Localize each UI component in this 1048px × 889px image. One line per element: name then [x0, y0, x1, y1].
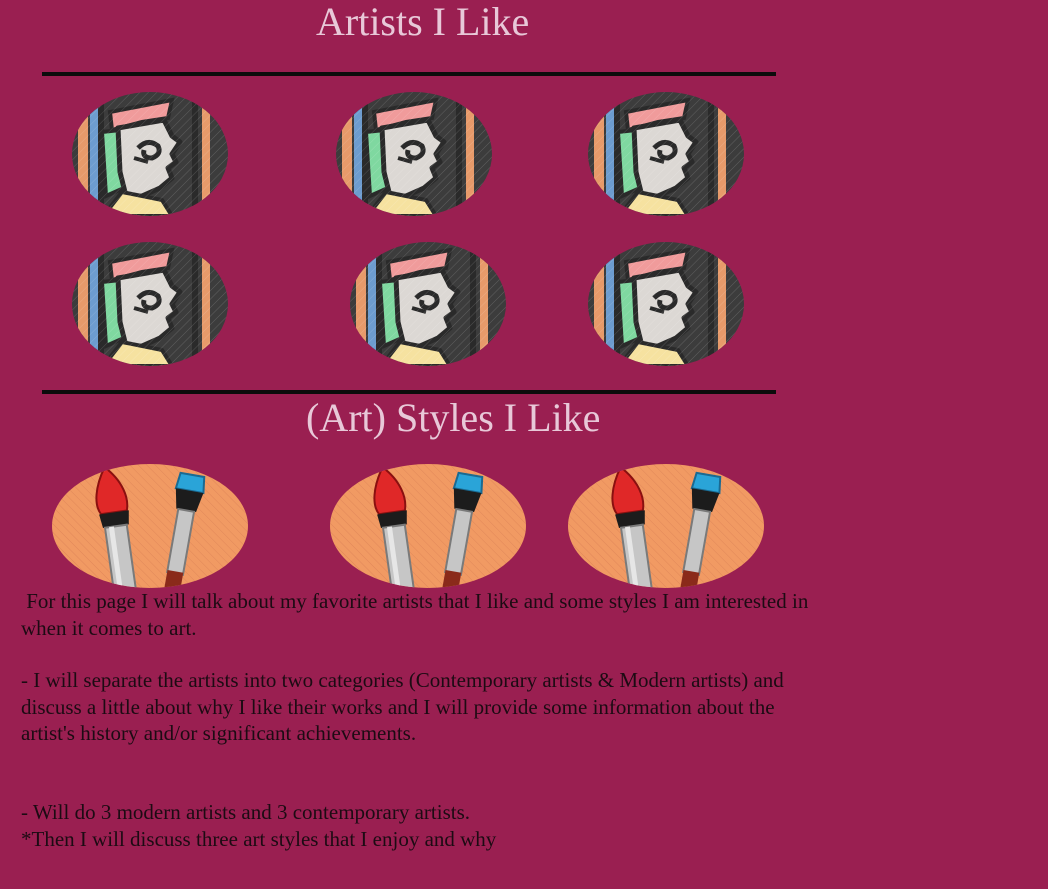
plan-line-2: *Then I will discuss three art styles th… [21, 826, 497, 851]
categories-paragraph: - I will separate the artists into two c… [21, 667, 1021, 747]
artist-portrait-icon[interactable] [72, 242, 228, 366]
paintbrushes-icon[interactable] [52, 464, 248, 588]
intro-line-2: when it comes to art. [21, 615, 197, 640]
intro-paragraph: For this page I will talk about my favor… [21, 588, 1021, 641]
paintbrushes-icon[interactable] [568, 464, 764, 588]
plan-paragraph: - Will do 3 modern artists and 3 contemp… [21, 799, 1021, 852]
plan-line-1: - Will do 3 modern artists and 3 contemp… [21, 800, 471, 824]
artist-portrait-icon[interactable] [72, 92, 228, 216]
artist-portrait-icon[interactable] [336, 92, 492, 216]
artists-heading: Artists I Like [316, 0, 530, 44]
divider-bottom [42, 390, 776, 394]
categories-line-2: discuss a little about why I like their … [21, 694, 775, 719]
artist-portrait-icon[interactable] [588, 92, 744, 216]
styles-heading: (Art) Styles I Like [306, 395, 601, 440]
categories-line-3: artist's history and/or significant achi… [21, 721, 417, 745]
paintbrushes-icon[interactable] [330, 464, 526, 588]
categories-line-1: - I will separate the artists into two c… [21, 668, 784, 692]
artist-portrait-icon[interactable] [588, 242, 744, 366]
intro-line-1: For this page I will talk about my favor… [21, 589, 809, 613]
artist-portrait-icon[interactable] [350, 242, 506, 366]
divider-top [42, 72, 776, 76]
